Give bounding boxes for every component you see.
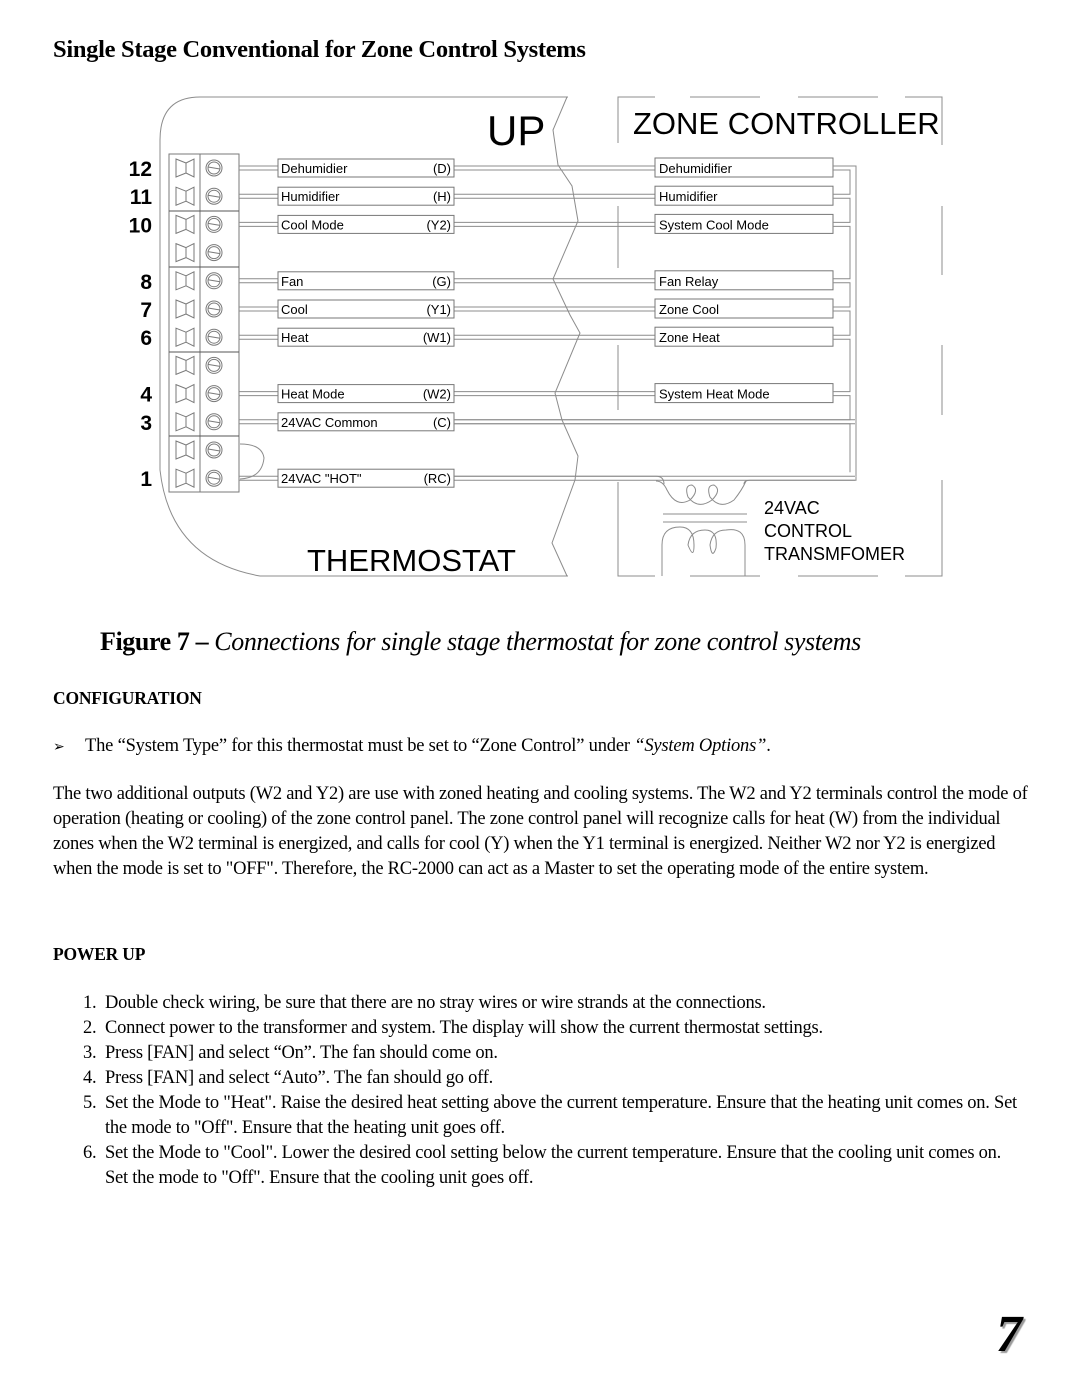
thermostat-terminal-label: Humidifier	[281, 189, 340, 204]
terminal-screw	[175, 440, 223, 460]
thermostat-terminal-code: (W1)	[423, 330, 451, 345]
thermostat-terminal-label-box	[277, 271, 455, 291]
step-text: Press [FAN] and select “On”. The fan sho…	[105, 1043, 498, 1063]
step-number: 2.	[83, 1018, 97, 1038]
transformer-label-line-2: CONTROL	[764, 521, 852, 541]
step-text: Set the Mode to "Cool". Lower the desire…	[105, 1143, 1002, 1188]
terminal-screw	[175, 186, 223, 207]
step-text: Set the Mode to "Heat". Raise the desire…	[105, 1093, 1017, 1138]
terminal-number: 7	[140, 299, 152, 322]
zone-terminal-label: System Heat Mode	[659, 387, 770, 402]
configuration-paragraph: The two additional outputs (W2 and Y2) a…	[53, 784, 1028, 879]
transformer-icon	[655, 480, 747, 576]
thermostat-terminal-code: (G)	[432, 274, 451, 289]
figure-caption: Figure 7 – Connections for single stage …	[100, 627, 861, 657]
bullet-end: .	[766, 736, 771, 756]
configuration-bullet: ➢ The “System Type” for this thermostat m…	[53, 736, 771, 757]
zone-terminal-label: Zone Heat	[659, 330, 720, 345]
power-up-step: 2. Connect power to the transformer and s…	[53, 1016, 1028, 1041]
break-line	[551, 96, 581, 577]
power-up-step: 3. Press [FAN] and select “On”. The fan s…	[53, 1041, 1028, 1066]
thermostat-terminal-code: (W2)	[423, 387, 451, 402]
thermostat-terminal-label: Heat	[281, 330, 309, 345]
wiring-diagram: 12 Dehumidier (D) Dehumidifier 11 Humidifier (…	[129, 96, 943, 578]
thermostat-terminal-label: Heat Mode	[281, 387, 345, 402]
thermostat-terminal-code: (C)	[433, 415, 451, 430]
terminal-number: 11	[130, 186, 153, 209]
terminal-screw	[175, 299, 223, 319]
terminal-screw	[175, 383, 223, 404]
zone-terminal-label: Zone Cool	[659, 302, 719, 317]
terminal-screw	[175, 411, 223, 432]
transformer-label-line-1: 24VAC	[764, 498, 820, 518]
thermostat-terminal-label: Fan	[281, 274, 303, 289]
terminal-number: 1	[140, 468, 152, 491]
step-number: 3.	[83, 1043, 97, 1063]
power-up-step: 6. Set the Mode to "Cool". Lower the desi…	[53, 1141, 1028, 1191]
thermostat-terminal-label: Dehumidier	[281, 161, 348, 176]
terminal-screw	[175, 468, 223, 489]
thermostat-terminal-code: (D)	[433, 161, 451, 176]
terminal-number: 4	[140, 384, 152, 407]
zone-bus-wires	[454, 165, 857, 485]
terminal-number: 6	[140, 327, 152, 350]
terminal-number: 12	[129, 158, 152, 181]
thermostat-terminal-code: (H)	[433, 189, 451, 204]
zone-terminal-label: Fan Relay	[659, 274, 719, 289]
configuration-heading: CONFIGURATION	[53, 688, 202, 708]
thermostat-terminal-label: Cool	[281, 302, 308, 317]
terminal-screw	[175, 242, 223, 263]
zone-terminal-label: System Cool Mode	[659, 217, 769, 232]
power-up-step: 1. Double check wiring, be sure that ther…	[53, 991, 1028, 1016]
terminal-screw	[175, 158, 223, 178]
step-number: 4.	[83, 1068, 97, 1088]
figure-number: Figure 7 –	[100, 627, 215, 656]
zone-terminal-label: Dehumidifier	[659, 161, 733, 176]
step-number: 5.	[83, 1093, 97, 1113]
terminal-screw	[175, 214, 223, 235]
terminal-block	[168, 153, 240, 493]
thermostat-terminal-label: 24VAC Common	[281, 415, 378, 430]
zone-controller-label: ZONE CONTROLLER	[633, 106, 940, 141]
power-up-step: 5. Set the Mode to "Heat". Raise the desi…	[53, 1091, 1028, 1141]
figure-description: Connections for single stage thermostat …	[214, 627, 861, 656]
zone-terminal-label: Humidifier	[659, 189, 718, 204]
step-number: 1.	[83, 993, 97, 1013]
terminal-screw	[175, 270, 223, 291]
thermostat-terminal-code: (Y2)	[426, 217, 451, 232]
terminal-number: 3	[140, 412, 152, 435]
power-up-step: 4. Press [FAN] and select “Auto”. The fan…	[53, 1066, 1028, 1091]
thermostat-terminal-label: Cool Mode	[281, 217, 344, 232]
terminal-number: 10	[129, 214, 152, 237]
power-up-steps: 1. Double check wiring, be sure that ther…	[53, 991, 1028, 1191]
jumper-wire	[239, 443, 265, 480]
transformer-label-line-3: TRANSMFOMER	[764, 544, 905, 564]
bullet-italic-text: “System Options”	[634, 736, 767, 756]
terminal-number: 8	[140, 271, 152, 294]
page-number: 7	[996, 1306, 1022, 1363]
thermostat-terminal-code: (RC)	[424, 471, 451, 486]
arrow-bullet-icon: ➢	[53, 739, 65, 755]
power-up-heading: POWER UP	[53, 944, 146, 964]
terminal-screw	[175, 355, 223, 376]
step-number: 6.	[83, 1143, 97, 1163]
thermostat-terminal-label: 24VAC "HOT"	[281, 471, 362, 486]
terminal-screw	[175, 327, 223, 348]
step-text: Press [FAN] and select “Auto”. The fan s…	[105, 1068, 494, 1088]
up-label: UP	[487, 107, 545, 154]
step-text: Double check wiring, be sure that there …	[105, 993, 766, 1013]
thermostat-terminal-code: (Y1)	[426, 302, 451, 317]
step-text: Connect power to the transformer and sys…	[105, 1018, 823, 1038]
bullet-text: The “System Type” for this thermostat mu…	[85, 736, 635, 756]
thermostat-label: THERMOSTAT	[307, 543, 516, 578]
